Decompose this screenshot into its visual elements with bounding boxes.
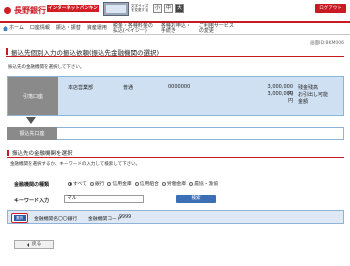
- section-title: 振込先の金融機関を選択: [12, 151, 73, 157]
- bank-name-label: 金融機関名: [34, 217, 58, 222]
- radio-bank[interactable]: 銀行: [89, 180, 105, 187]
- computer-illustration-icon: [103, 2, 129, 16]
- guide-text: 振込先の金融機関を選択して下さい。: [8, 65, 85, 70]
- bank-logo[interactable]: 長野銀行: [4, 5, 46, 16]
- nav-item-applications[interactable]: 各種お申込・手続き: [158, 23, 196, 34]
- bank-name-value: 〇〇銀行: [58, 217, 78, 222]
- bank-code-label: 金融機関コード: [88, 217, 122, 222]
- radio-credit-union[interactable]: 信用組合: [134, 180, 159, 187]
- radio-dot[interactable]: [189, 181, 194, 186]
- radio-labor-bank[interactable]: 労働金庫: [161, 180, 187, 187]
- global-nav: ホーム 口座情報 振込・振替 資産運用 税金・各種料金の払込(ペイジー) 各種お…: [0, 21, 350, 35]
- radio-label: すべて: [73, 182, 87, 187]
- account-number: 0000000: [168, 84, 191, 90]
- nav-item-account-info[interactable]: 口座情報: [27, 26, 53, 31]
- balance-label: 残金残高: [298, 85, 319, 91]
- nav-item-asset-management[interactable]: 資産運用: [84, 26, 110, 31]
- to-account-label: 振込先口座: [7, 127, 57, 140]
- bank-name: 長野銀行: [14, 6, 46, 15]
- radio-dot[interactable]: [107, 181, 112, 186]
- radio-label: 銀行: [94, 182, 105, 187]
- account-type: 普通: [123, 85, 134, 91]
- bank-type-radio-group: すべて 銀行 信用金庫 信用組合 労働金庫 農協・漁協: [68, 180, 221, 187]
- back-button[interactable]: 戻る: [14, 240, 54, 249]
- section-guide: 金融機関を選択するか、キーワードの入力して検索して下さい。: [10, 162, 141, 167]
- from-account-label: 引落口座: [8, 77, 58, 115]
- branch-name: 本店営業部: [68, 85, 94, 91]
- keyword-label: キーワード入力: [14, 198, 50, 204]
- screen-id: 画面ID:BKM006: [310, 41, 344, 46]
- header: 長野銀行 インターネットバンキング 文字サイズを変更する 小 中 大 ログアウト: [0, 0, 350, 21]
- logout-button[interactable]: ログアウト: [315, 4, 346, 13]
- nav-item-transfer[interactable]: 振込・振替: [53, 26, 84, 31]
- radio-dot[interactable]: [134, 181, 139, 186]
- section-heading: 振込先の金融機関を選択: [7, 149, 344, 158]
- radio-dot[interactable]: [68, 181, 72, 186]
- radio-agri-fishery[interactable]: 農協・漁協: [189, 180, 218, 187]
- to-account-row: [57, 127, 344, 140]
- font-size-label: 文字サイズを変更する: [131, 4, 149, 12]
- section-accent: [7, 150, 9, 156]
- select-highlight: 選択: [11, 213, 28, 223]
- font-size-large-button[interactable]: 大: [175, 4, 184, 13]
- service-badge: インターネットバンキング: [47, 5, 99, 18]
- font-size-small-button[interactable]: 小: [153, 4, 162, 13]
- keyword-input[interactable]: マル: [64, 195, 144, 203]
- back-arrow-icon: [26, 242, 29, 247]
- select-button[interactable]: 選択: [13, 215, 26, 221]
- radio-dot[interactable]: [161, 181, 166, 186]
- radio-label: 労働金庫: [166, 182, 187, 187]
- from-account-panel: 引落口座 本店営業部 普通 0000000 3,000,000円 3,000,0…: [7, 76, 344, 116]
- radio-label: 信用組合: [139, 182, 159, 187]
- search-button[interactable]: 検索: [176, 195, 216, 203]
- available-label-cont: 金額: [298, 99, 309, 105]
- nav-item-label: ホーム: [9, 25, 24, 31]
- back-button-label: 戻る: [31, 242, 42, 247]
- bank-code-value: 9999: [119, 215, 132, 220]
- nav-item-service-change[interactable]: ご利用サービスの変更: [196, 23, 240, 34]
- down-arrow-icon: [26, 117, 36, 124]
- radio-shinkin[interactable]: 信用金庫: [107, 180, 132, 187]
- title-accent: [6, 48, 8, 55]
- radio-label: 農協・漁協: [194, 182, 219, 187]
- nav-item-home[interactable]: ホーム: [0, 26, 27, 31]
- nav-item-payment[interactable]: 税金・各種料金の払込(ペイジー): [110, 23, 158, 34]
- bank-type-label: 金融機関の種類: [14, 182, 50, 188]
- logo-mark-icon: [4, 7, 11, 14]
- font-size-medium-button[interactable]: 中: [164, 4, 173, 13]
- available-label: お引出し可能: [298, 92, 329, 98]
- radio-dot[interactable]: [89, 181, 94, 186]
- page-title-text: 振込先個別入力の振込依頼(振込先金融機関の選択): [11, 48, 160, 57]
- home-icon: [3, 26, 8, 31]
- radio-all[interactable]: すべて: [68, 180, 87, 187]
- radio-label: 信用金庫: [112, 182, 132, 187]
- page-title: 振込先個別入力の振込依頼(振込先金融機関の選択): [6, 47, 344, 57]
- from-account-details: 本店営業部 普通 0000000 3,000,000円 3,000,000円 残…: [58, 77, 343, 115]
- result-row: 選択 金融機関名 〇〇銀行 金融機関コード 9999: [7, 210, 344, 224]
- available-amount: 3,000,000円: [267, 91, 293, 104]
